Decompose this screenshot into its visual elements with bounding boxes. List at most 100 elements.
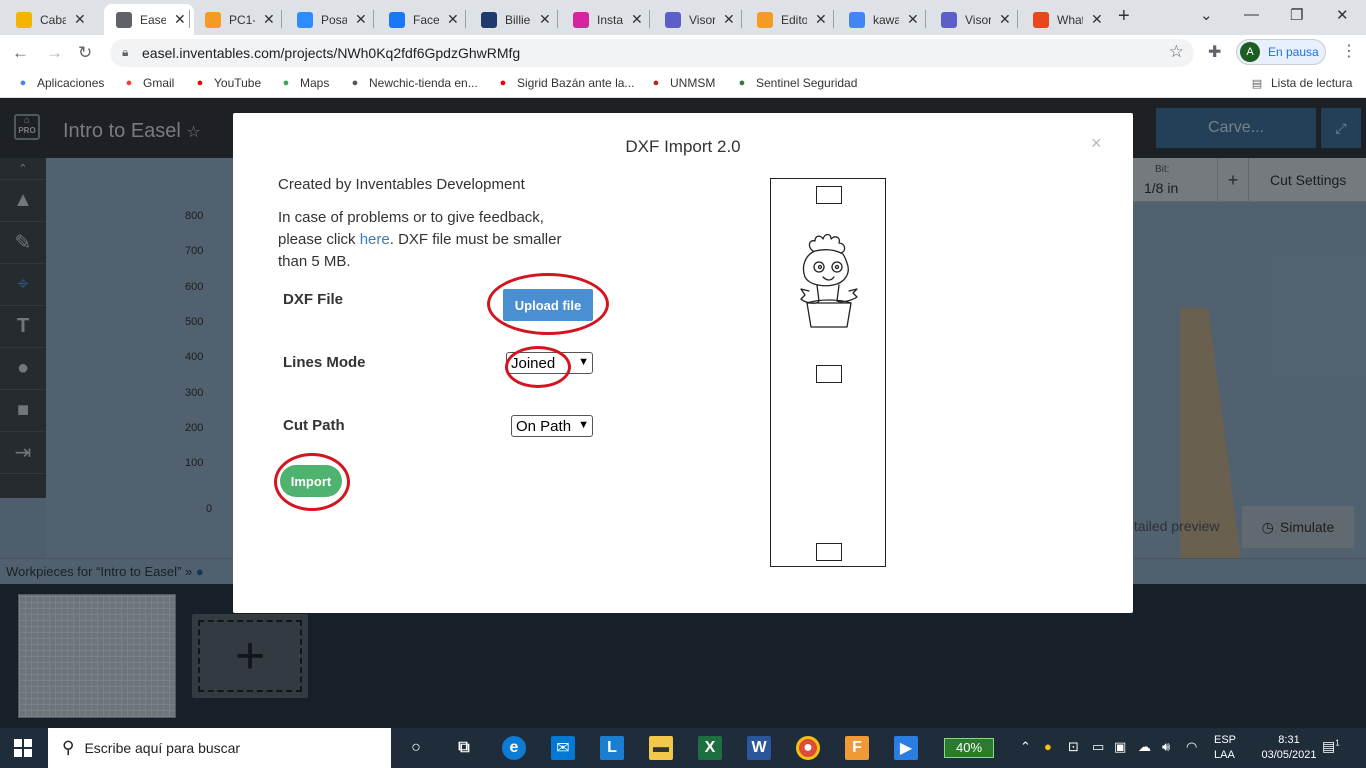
- close-window-button[interactable]: ✕: [1336, 6, 1349, 24]
- media-player-icon[interactable]: ▶: [894, 736, 918, 760]
- word-icon[interactable]: W: [747, 736, 771, 760]
- url-input[interactable]: 🔒︎ easel.inventables.com/projects/NWh0Kq…: [110, 39, 1194, 67]
- extensions-puzzle-icon[interactable]: ✚: [1208, 42, 1221, 62]
- wifi-icon[interactable]: ◠: [1186, 739, 1197, 755]
- tab-close-icon[interactable]: ✕: [447, 11, 459, 28]
- taskbar-search-input[interactable]: ⚲ Escribe aquí para buscar: [48, 728, 391, 768]
- lock-tray-icon[interactable]: ⊡: [1068, 739, 1079, 755]
- chevron-down-icon: ▼: [578, 356, 589, 368]
- dialog-title: DXF Import 2.0: [625, 137, 741, 156]
- groot-drawing: [800, 233, 858, 328]
- tab-search-icon[interactable]: ⌄: [1200, 6, 1213, 24]
- tab-separator: [741, 10, 742, 28]
- tab-close-icon[interactable]: ✕: [723, 11, 735, 28]
- profile-button[interactable]: A En pausa: [1236, 39, 1326, 65]
- network-icon[interactable]: ▣: [1114, 739, 1126, 755]
- tab-label: kawa: [873, 12, 899, 27]
- tab-close-icon[interactable]: ✕: [815, 11, 827, 28]
- tab-label: Billie: [505, 12, 531, 27]
- mail-icon[interactable]: ✉: [551, 736, 575, 760]
- bookmark-star-icon[interactable]: ☆: [1169, 42, 1184, 62]
- tab-separator: [465, 10, 466, 28]
- excel-icon[interactable]: X: [698, 736, 722, 760]
- tab-close-icon[interactable]: ✕: [999, 11, 1011, 28]
- tab-9[interactable]: kawa ✕: [837, 4, 927, 35]
- c-logo-icon: ●: [499, 77, 507, 89]
- tab-label: Insta: [597, 12, 623, 27]
- tab-separator: [1017, 10, 1018, 28]
- bookmark-item[interactable]: ● Gmail: [122, 76, 175, 90]
- bookmark-item[interactable]: ● Sigrid Bazán ante la...: [496, 76, 635, 90]
- tab-separator: [649, 10, 650, 28]
- tab-label: Posar: [321, 12, 347, 27]
- language-indicator[interactable]: ESP LAA: [1214, 733, 1236, 763]
- tab-7[interactable]: Visor ✕: [653, 4, 743, 35]
- windows-start-icon[interactable]: [14, 739, 32, 757]
- cloud-icon[interactable]: ☁: [1138, 739, 1151, 755]
- bookmark-item[interactable]: ● Sentinel Seguridad: [735, 76, 858, 90]
- bookmark-item[interactable]: ● YouTube: [193, 76, 261, 90]
- tab-3[interactable]: Posar ✕: [285, 4, 375, 35]
- cortana-circle-icon[interactable]: ○: [404, 736, 428, 760]
- tab-label: What: [1057, 12, 1083, 27]
- tab-close-icon[interactable]: ✕: [355, 11, 367, 28]
- cut-path-select[interactable]: On Path ▼: [511, 415, 593, 437]
- maps-pin-icon: ●: [282, 77, 290, 89]
- reading-list[interactable]: ▤ Lista de lectura: [1250, 76, 1353, 90]
- tab-1[interactable]: Easel ✕: [104, 4, 194, 35]
- p2-icon: [481, 11, 497, 28]
- tab-5[interactable]: Billie ✕: [469, 4, 559, 35]
- fusion-icon[interactable]: F: [845, 736, 869, 760]
- volume-icon[interactable]: 🔊︎: [1162, 739, 1170, 755]
- edge-icon[interactable]: e: [502, 736, 526, 760]
- tab-close-icon[interactable]: ✕: [74, 11, 86, 28]
- tab-11[interactable]: What ✕: [1021, 4, 1111, 35]
- preview-square-bottom: [816, 543, 842, 561]
- clock[interactable]: 8:31 03/05/2021: [1258, 733, 1320, 763]
- tab-close-icon[interactable]: ✕: [907, 11, 919, 28]
- close-icon[interactable]: ×: [1091, 133, 1102, 154]
- tab-0[interactable]: Caba ✕: [4, 4, 94, 35]
- tab-label: Edito: [781, 12, 807, 27]
- feedback-link[interactable]: here: [360, 231, 390, 248]
- forward-icon[interactable]: →: [46, 43, 63, 63]
- battery-indicator[interactable]: 40%: [944, 738, 994, 758]
- show-hidden-icons-icon[interactable]: ⌃: [1020, 739, 1031, 755]
- tab-separator: [833, 10, 834, 28]
- bookmark-item[interactable]: ● Aplicaciones: [16, 76, 105, 90]
- kebab-menu-icon[interactable]: ⋮: [1341, 41, 1357, 61]
- tab-label: Easel: [140, 12, 166, 27]
- created-by-text: Created by Inventables Development: [278, 176, 525, 193]
- preview-square-top: [816, 186, 842, 204]
- tab-2[interactable]: PC1-I ✕: [193, 4, 283, 35]
- search-icon: ⚲: [62, 738, 75, 757]
- tab-close-icon[interactable]: ✕: [263, 11, 275, 28]
- chrome-icon[interactable]: ●: [796, 736, 820, 760]
- notifications-icon[interactable]: ▤1: [1322, 738, 1340, 755]
- tab-close-icon[interactable]: ✕: [1091, 11, 1103, 28]
- restore-button[interactable]: ❐: [1290, 6, 1303, 24]
- tab-close-icon[interactable]: ✕: [174, 11, 186, 28]
- bookmark-item[interactable]: ● Maps: [279, 76, 330, 90]
- l-app-icon[interactable]: L: [600, 736, 624, 760]
- tab-4[interactable]: Faceb ✕: [377, 4, 467, 35]
- apps-grid-icon: ●: [19, 77, 27, 89]
- tab-10[interactable]: Visor ✕: [929, 4, 1019, 35]
- file-explorer-icon[interactable]: ▬: [649, 736, 673, 760]
- bookmark-item[interactable]: ● UNMSM: [649, 76, 716, 90]
- new-tab-button[interactable]: +: [1118, 5, 1130, 28]
- back-icon[interactable]: ←: [12, 43, 29, 63]
- minimize-button[interactable]: —: [1244, 6, 1259, 23]
- tray-app-icon[interactable]: ●: [1044, 739, 1052, 754]
- task-view-icon[interactable]: ⧉: [452, 736, 476, 760]
- tab-close-icon[interactable]: ✕: [631, 11, 643, 28]
- tab-close-icon[interactable]: ✕: [539, 11, 551, 28]
- tab-8[interactable]: Edito ✕: [745, 4, 835, 35]
- highlight-ring-import: [274, 453, 350, 511]
- battery-tray-icon[interactable]: ▭: [1092, 739, 1104, 755]
- zoom-icon: [297, 11, 313, 28]
- reload-icon[interactable]: ↻: [78, 43, 92, 63]
- chevron-down-icon: ▼: [578, 419, 589, 431]
- tab-6[interactable]: Insta ✕: [561, 4, 651, 35]
- bookmark-item[interactable]: ● Newchic-tienda en...: [348, 76, 478, 90]
